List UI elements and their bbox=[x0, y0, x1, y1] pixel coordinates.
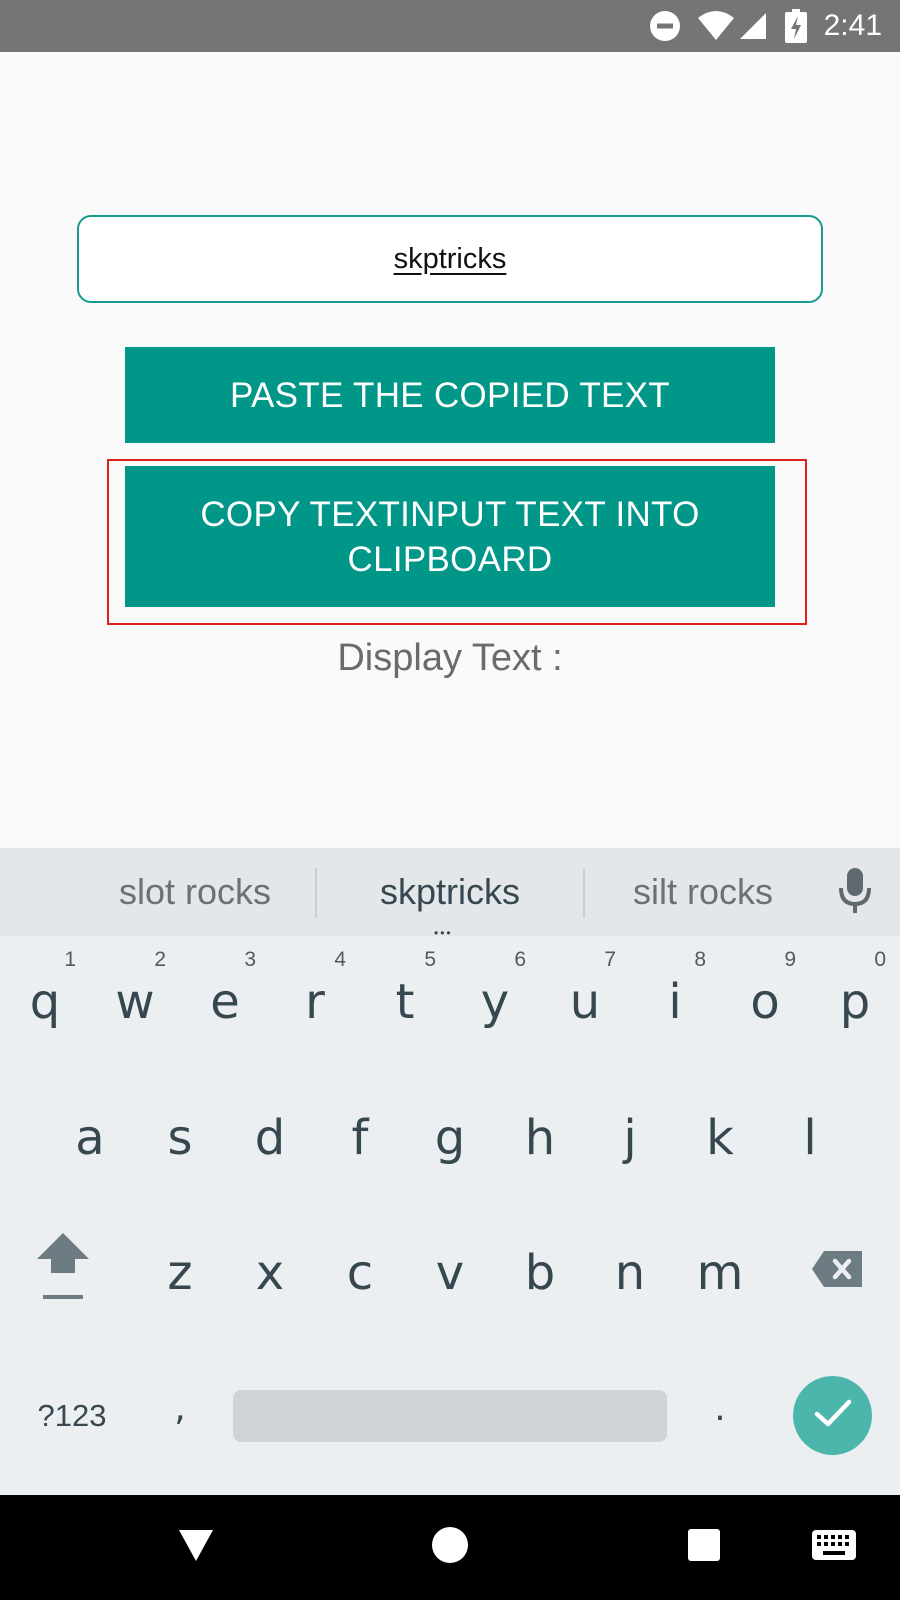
back-icon bbox=[178, 1528, 214, 1567]
battery-charging-icon bbox=[784, 0, 808, 52]
microphone-icon[interactable] bbox=[838, 868, 872, 919]
suggestion-divider bbox=[583, 868, 585, 918]
key-y[interactable]: y6 bbox=[450, 942, 540, 1062]
more-suggestions-dots[interactable]: ••• bbox=[434, 926, 453, 940]
key-q[interactable]: q1 bbox=[0, 942, 90, 1062]
key-d[interactable]: d bbox=[225, 1078, 315, 1198]
key-p[interactable]: p0 bbox=[810, 942, 900, 1062]
symbols-key[interactable]: ?123 bbox=[22, 1376, 122, 1456]
key-e[interactable]: e3 bbox=[180, 942, 270, 1062]
key-w[interactable]: w2 bbox=[90, 942, 180, 1062]
key-o[interactable]: o9 bbox=[720, 942, 810, 1062]
recents-icon bbox=[687, 1528, 721, 1567]
navigation-bar bbox=[0, 1495, 900, 1600]
back-button[interactable] bbox=[156, 1495, 236, 1600]
key-a[interactable]: a bbox=[45, 1078, 135, 1198]
key-b[interactable]: b bbox=[495, 1213, 585, 1333]
key-t[interactable]: t5 bbox=[360, 942, 450, 1062]
key-label: t bbox=[395, 974, 415, 1030]
key-hint: 7 bbox=[604, 948, 616, 971]
key-k[interactable]: k bbox=[675, 1078, 765, 1198]
key-hint: 1 bbox=[64, 948, 76, 971]
key-hint: 4 bbox=[334, 948, 346, 971]
key-label: i bbox=[668, 974, 682, 1030]
key-label: q bbox=[29, 974, 61, 1030]
key-hint: 9 bbox=[784, 948, 796, 971]
enter-key[interactable] bbox=[793, 1376, 872, 1455]
key-label: u bbox=[569, 974, 601, 1030]
key-j[interactable]: j bbox=[585, 1078, 675, 1198]
key-hint: 3 bbox=[244, 948, 256, 971]
key-x[interactable]: x bbox=[225, 1213, 315, 1333]
space-bar[interactable] bbox=[233, 1390, 667, 1442]
clipboard-text-input[interactable]: skptricks bbox=[77, 215, 823, 303]
wifi-icon bbox=[694, 0, 738, 52]
key-g[interactable]: g bbox=[405, 1078, 495, 1198]
key-f[interactable]: f bbox=[315, 1078, 405, 1198]
copy-to-clipboard-button[interactable]: COPY TEXTINPUT TEXT INTO CLIPBOARD bbox=[125, 466, 775, 607]
backspace-key[interactable] bbox=[792, 1213, 882, 1333]
period-key[interactable]: . bbox=[675, 1348, 765, 1468]
key-hint: 0 bbox=[874, 948, 886, 971]
shift-icon bbox=[35, 1231, 91, 1315]
key-hint: 2 bbox=[154, 948, 166, 971]
comma-key[interactable]: , bbox=[135, 1348, 225, 1468]
key-label: p bbox=[839, 974, 871, 1030]
home-button[interactable] bbox=[410, 1495, 490, 1600]
key-h[interactable]: h bbox=[495, 1078, 585, 1198]
key-s[interactable]: s bbox=[135, 1078, 225, 1198]
display-text-label: Display Text : bbox=[337, 637, 563, 679]
keyboard-switch-button[interactable] bbox=[794, 1495, 874, 1600]
suggestion-right[interactable]: silt rocks bbox=[588, 848, 818, 936]
signal-icon bbox=[736, 0, 770, 52]
key-l[interactable]: l bbox=[765, 1078, 855, 1198]
key-v[interactable]: v bbox=[405, 1213, 495, 1333]
recents-button[interactable] bbox=[664, 1495, 744, 1600]
status-time: 2:41 bbox=[823, 9, 882, 42]
do-not-disturb-icon bbox=[648, 0, 682, 52]
keyboard-switch-icon bbox=[811, 1529, 857, 1566]
key-c[interactable]: c bbox=[315, 1213, 405, 1333]
suggestion-left[interactable]: slot rocks bbox=[60, 848, 330, 936]
key-z[interactable]: z bbox=[135, 1213, 225, 1333]
key-label: y bbox=[480, 974, 510, 1030]
key-i[interactable]: i8 bbox=[630, 942, 720, 1062]
key-u[interactable]: u7 bbox=[540, 942, 630, 1062]
home-icon bbox=[431, 1526, 469, 1569]
app-content: skptricks PASTE THE COPIED TEXT COPY TEX… bbox=[0, 52, 900, 848]
key-label: o bbox=[750, 974, 780, 1030]
shift-key[interactable] bbox=[18, 1213, 108, 1333]
soft-keyboard: slot rocks skptricks silt rocks ••• q1 w… bbox=[0, 848, 900, 1495]
key-m[interactable]: m bbox=[675, 1213, 765, 1333]
key-label: w bbox=[115, 974, 155, 1030]
key-r[interactable]: r4 bbox=[270, 942, 360, 1062]
key-hint: 8 bbox=[694, 948, 706, 971]
status-bar: 2:41 bbox=[0, 0, 900, 52]
paste-copied-text-button[interactable]: PASTE THE COPIED TEXT bbox=[125, 347, 775, 443]
key-label: r bbox=[305, 974, 325, 1030]
checkmark-icon bbox=[813, 1397, 853, 1434]
suggestion-divider bbox=[315, 868, 317, 918]
backspace-icon bbox=[810, 1245, 864, 1301]
key-hint: 5 bbox=[424, 948, 436, 971]
key-n[interactable]: n bbox=[585, 1213, 675, 1333]
suggestion-bar: slot rocks skptricks silt rocks ••• bbox=[0, 848, 900, 940]
suggestion-center[interactable]: skptricks bbox=[320, 848, 580, 936]
key-label: e bbox=[210, 974, 240, 1030]
key-hint: 6 bbox=[514, 948, 526, 971]
